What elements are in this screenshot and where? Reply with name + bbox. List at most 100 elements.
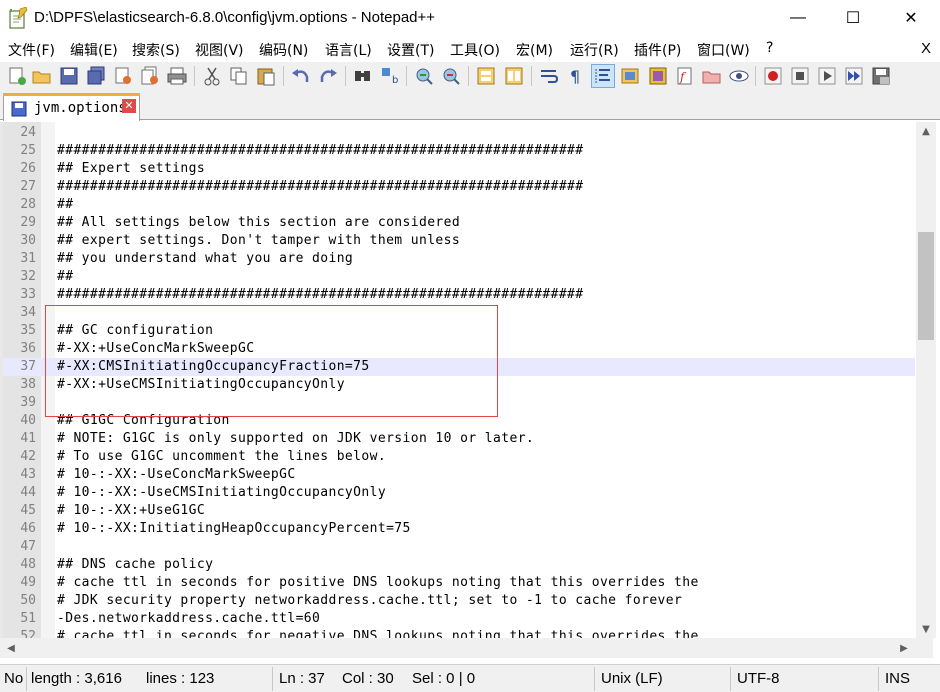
save-macro-icon[interactable] — [870, 65, 892, 87]
copy-icon[interactable] — [228, 65, 250, 87]
scroll-down-arrow-icon[interactable]: ▼ — [916, 620, 936, 638]
code-line[interactable]: 25 ######################################… — [3, 142, 915, 160]
vertical-scrollbar[interactable]: ▲ ▼ — [916, 122, 936, 638]
status-eol-format[interactable]: Unix (LF) — [601, 670, 663, 687]
status-encoding[interactable]: UTF-8 — [737, 670, 780, 687]
minimize-button[interactable]: — — [775, 0, 821, 36]
code-line[interactable]: 41 # NOTE: G1GC is only supported on JDK … — [3, 430, 915, 448]
scroll-right-arrow-icon[interactable]: ▶ — [895, 638, 913, 658]
code-line[interactable]: 43 # 10-:-XX:-UseConcMarkSweepGC — [3, 466, 915, 484]
code-line[interactable]: 48 ## DNS cache policy — [3, 556, 915, 574]
menu-plugins[interactable]: 插件(P) — [634, 40, 681, 60]
line-text[interactable]: ########################################… — [57, 286, 584, 304]
replace-icon[interactable]: b — [379, 65, 401, 87]
vertical-scroll-thumb[interactable] — [918, 232, 934, 340]
line-text[interactable]: ########################################… — [57, 142, 584, 160]
code-line[interactable]: 46 # 10-:-XX:InitiatingHeapOccupancyPerce… — [3, 520, 915, 538]
code-line[interactable]: 32 ## — [3, 268, 915, 286]
menu-file[interactable]: 文件(F) — [8, 40, 55, 60]
status-insert-mode[interactable]: INS — [885, 670, 910, 687]
zoom-out-icon[interactable] — [440, 65, 462, 87]
code-line[interactable]: 28 ## — [3, 196, 915, 214]
line-text[interactable]: # JDK security property networkaddress.c… — [57, 592, 682, 610]
indent-guide-icon[interactable] — [591, 64, 615, 88]
code-line[interactable]: 42 # To use G1GC uncomment the lines belo… — [3, 448, 915, 466]
line-text[interactable]: # 10-:-XX:-UseConcMarkSweepGC — [57, 466, 296, 484]
line-text[interactable]: ## All settings below this section are c… — [57, 214, 460, 232]
play-macro-icon[interactable] — [816, 65, 838, 87]
tab-close-icon[interactable]: ✕ — [122, 99, 136, 113]
code-line[interactable]: 24 — [3, 124, 915, 142]
open-file-icon[interactable] — [31, 65, 53, 87]
scroll-up-arrow-icon[interactable]: ▲ — [916, 122, 936, 140]
editor[interactable]: 24 25 ####################################… — [0, 122, 940, 638]
code-line[interactable]: 33 ######################################… — [3, 286, 915, 304]
undo-icon[interactable] — [290, 65, 312, 87]
menu-search[interactable]: 搜索(S) — [132, 40, 180, 60]
menu-help[interactable]: ? — [766, 40, 773, 56]
code-line[interactable]: 26 ## Expert settings — [3, 160, 915, 178]
print-icon[interactable] — [166, 65, 188, 87]
line-text[interactable]: # 10-:-XX:-UseCMSInitiatingOccupancyOnly — [57, 484, 386, 502]
line-text[interactable]: ## — [57, 196, 73, 214]
code-line[interactable]: 29 ## All settings below this section are… — [3, 214, 915, 232]
show-all-chars-icon[interactable]: ¶ — [565, 65, 587, 87]
user-lang-icon[interactable] — [619, 65, 641, 87]
word-wrap-icon[interactable] — [538, 65, 560, 87]
menu-settings[interactable]: 设置(T) — [387, 40, 434, 60]
horizontal-scrollbar[interactable]: ◀ ▶ — [0, 638, 933, 658]
scroll-left-arrow-icon[interactable]: ◀ — [2, 638, 20, 658]
line-text[interactable]: # cache ttl in seconds for positive DNS … — [57, 574, 699, 592]
line-text[interactable]: -Des.networkaddress.cache.ttl=60 — [57, 610, 320, 628]
code-line[interactable]: 27 ######################################… — [3, 178, 915, 196]
close-icon[interactable] — [112, 65, 134, 87]
menu-window[interactable]: 窗口(W) — [697, 40, 750, 60]
close-document-button[interactable]: X — [921, 40, 931, 57]
code-line[interactable]: 31 ## you understand what you are doing — [3, 250, 915, 268]
save-icon[interactable] — [58, 65, 80, 87]
code-line[interactable]: 47 — [3, 538, 915, 556]
line-text[interactable]: ########################################… — [57, 178, 584, 196]
menu-view[interactable]: 视图(V) — [195, 40, 244, 60]
code-line[interactable]: 51 -Des.networkaddress.cache.ttl=60 — [3, 610, 915, 628]
paste-icon[interactable] — [255, 65, 277, 87]
line-text[interactable]: ## Expert settings — [57, 160, 205, 178]
sync-vertical-icon[interactable] — [475, 65, 497, 87]
line-text[interactable]: ## — [57, 268, 73, 286]
code-line[interactable]: 30 ## expert settings. Don't tamper with … — [3, 232, 915, 250]
line-text[interactable]: ## expert settings. Don't tamper with th… — [57, 232, 460, 250]
menu-macro[interactable]: 宏(M) — [516, 40, 553, 60]
line-text[interactable]: ## you understand what you are doing — [57, 250, 353, 268]
tab-jvm-options[interactable]: jvm.options ✕ — [3, 93, 140, 121]
doc-map-icon[interactable] — [647, 65, 669, 87]
line-text[interactable]: ## DNS cache policy — [57, 556, 213, 574]
menu-run[interactable]: 运行(R) — [570, 40, 619, 60]
maximize-button[interactable]: ☐ — [830, 0, 876, 36]
line-text[interactable]: # 10-:-XX:+UseG1GC — [57, 502, 205, 520]
line-text[interactable]: # NOTE: G1GC is only supported on JDK ve… — [57, 430, 534, 448]
code-line[interactable]: 49 # cache ttl in seconds for positive DN… — [3, 574, 915, 592]
code-line[interactable]: 44 # 10-:-XX:-UseCMSInitiatingOccupancyOn… — [3, 484, 915, 502]
cut-icon[interactable] — [201, 65, 223, 87]
line-text[interactable]: # cache ttl in seconds for negative DNS … — [57, 628, 699, 638]
new-file-icon[interactable] — [6, 65, 28, 87]
line-text[interactable]: # 10-:-XX:InitiatingHeapOccupancyPercent… — [57, 520, 411, 538]
redo-icon[interactable] — [317, 65, 339, 87]
code-line[interactable]: 52 # cache ttl in seconds for negative DN… — [3, 628, 915, 638]
zoom-in-icon[interactable] — [413, 65, 435, 87]
line-text[interactable]: # To use G1GC uncomment the lines below. — [57, 448, 386, 466]
menu-encoding[interactable]: 编码(N) — [259, 40, 308, 60]
function-list-icon[interactable]: f — [674, 65, 696, 87]
save-all-icon[interactable] — [85, 65, 107, 87]
find-icon[interactable] — [352, 65, 374, 87]
menu-tools[interactable]: 工具(O) — [450, 40, 500, 60]
close-all-icon[interactable] — [139, 65, 161, 87]
menu-edit[interactable]: 编辑(E) — [70, 40, 118, 60]
code-line[interactable]: 50 # JDK security property networkaddress… — [3, 592, 915, 610]
record-macro-icon[interactable] — [762, 65, 784, 87]
monitoring-icon[interactable] — [728, 65, 750, 87]
stop-macro-icon[interactable] — [789, 65, 811, 87]
menu-language[interactable]: 语言(L) — [325, 40, 372, 60]
close-window-button[interactable]: ✕ — [888, 0, 934, 36]
folder-workspace-icon[interactable] — [701, 65, 723, 87]
